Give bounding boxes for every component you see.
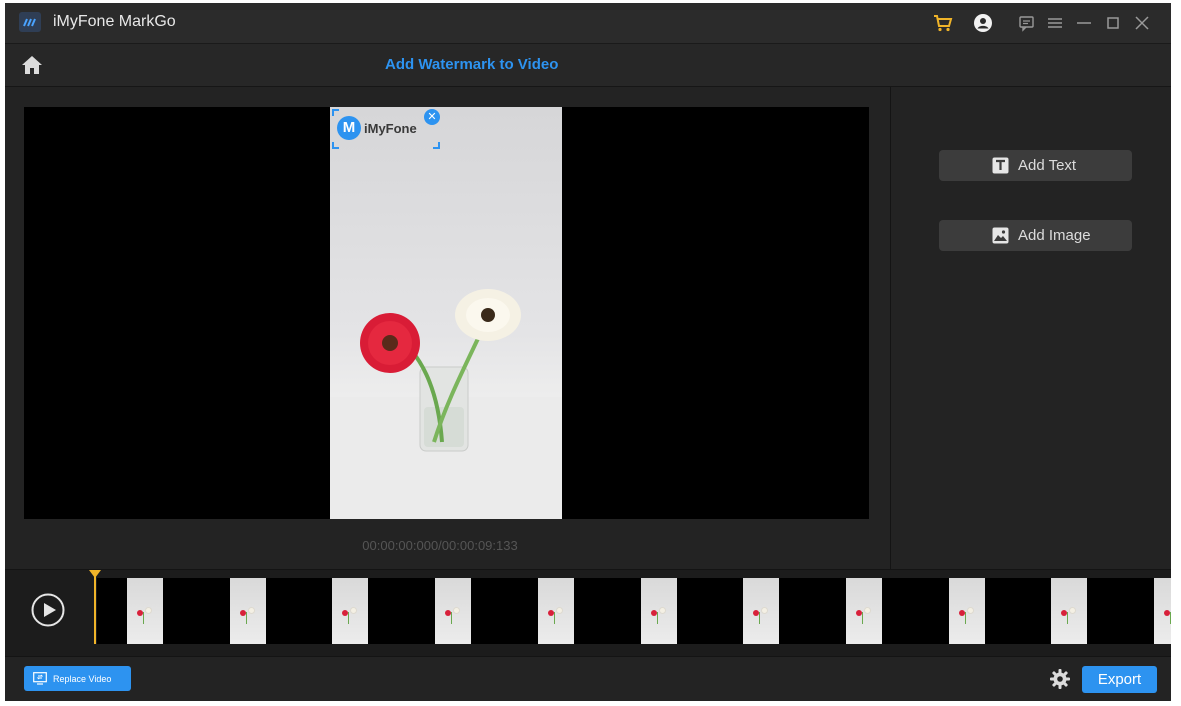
maximize-icon[interactable] <box>1103 13 1123 33</box>
remove-watermark-icon[interactable]: ✕ <box>424 109 440 125</box>
bottom-bar: Replace Video Export <box>5 657 1171 701</box>
account-icon[interactable] <box>973 13 993 33</box>
add-image-label: Add Image <box>1018 227 1091 244</box>
add-text-button[interactable]: Add Text <box>939 150 1132 181</box>
timeline-thumbnail <box>743 578 779 644</box>
video-frame: M iMyFone ✕ <box>330 107 562 519</box>
replace-video-label: Replace Video <box>53 674 112 684</box>
app-window: iMyFone MarkGo Add Watermark to Video M … <box>5 3 1171 701</box>
app-title: iMyFone MarkGo <box>53 13 176 30</box>
timeline-thumbnail <box>1051 578 1087 644</box>
menu-icon[interactable] <box>1045 13 1065 33</box>
page-title: Add Watermark to Video <box>385 56 559 73</box>
timeline-thumbnail <box>1154 578 1171 644</box>
app-logo-icon <box>19 12 41 32</box>
watermark-logo-icon: M <box>337 116 361 140</box>
add-image-button[interactable]: Add Image <box>939 220 1132 251</box>
play-icon[interactable] <box>31 593 65 627</box>
watermark-selection[interactable]: M iMyFone ✕ <box>332 109 440 149</box>
export-button[interactable]: Export <box>1082 666 1157 693</box>
settings-gear-icon[interactable] <box>1049 668 1071 690</box>
minimize-icon[interactable] <box>1074 13 1094 33</box>
add-text-label: Add Text <box>1018 157 1077 174</box>
timeline-thumbnail <box>230 578 266 644</box>
timecode: 00:00:00:000/00:00:09:133 <box>362 538 518 553</box>
timeline-thumbnail <box>846 578 882 644</box>
home-icon[interactable] <box>19 53 45 77</box>
feedback-icon[interactable] <box>1017 13 1037 33</box>
close-icon[interactable] <box>1132 13 1152 33</box>
timeline-thumbnail <box>538 578 574 644</box>
playhead[interactable] <box>94 572 96 644</box>
replace-video-button[interactable]: Replace Video <box>24 666 131 691</box>
watermark-text: iMyFone <box>364 121 417 136</box>
flower-scene <box>330 289 562 519</box>
replace-video-icon <box>33 672 47 685</box>
timeline <box>5 569 1171 657</box>
thumbnail-strip[interactable] <box>97 578 1171 644</box>
timeline-thumbnail <box>641 578 677 644</box>
timeline-thumbnail <box>127 578 163 644</box>
text-icon <box>992 157 1009 174</box>
video-preview[interactable]: M iMyFone ✕ <box>24 107 869 519</box>
timeline-thumbnail <box>332 578 368 644</box>
panel-divider <box>890 87 891 569</box>
page-header: Add Watermark to Video <box>5 44 1171 87</box>
timeline-thumbnail <box>949 578 985 644</box>
image-icon <box>992 227 1009 244</box>
cart-icon[interactable] <box>933 13 953 33</box>
title-bar: iMyFone MarkGo <box>5 3 1171 44</box>
timeline-thumbnail <box>435 578 471 644</box>
